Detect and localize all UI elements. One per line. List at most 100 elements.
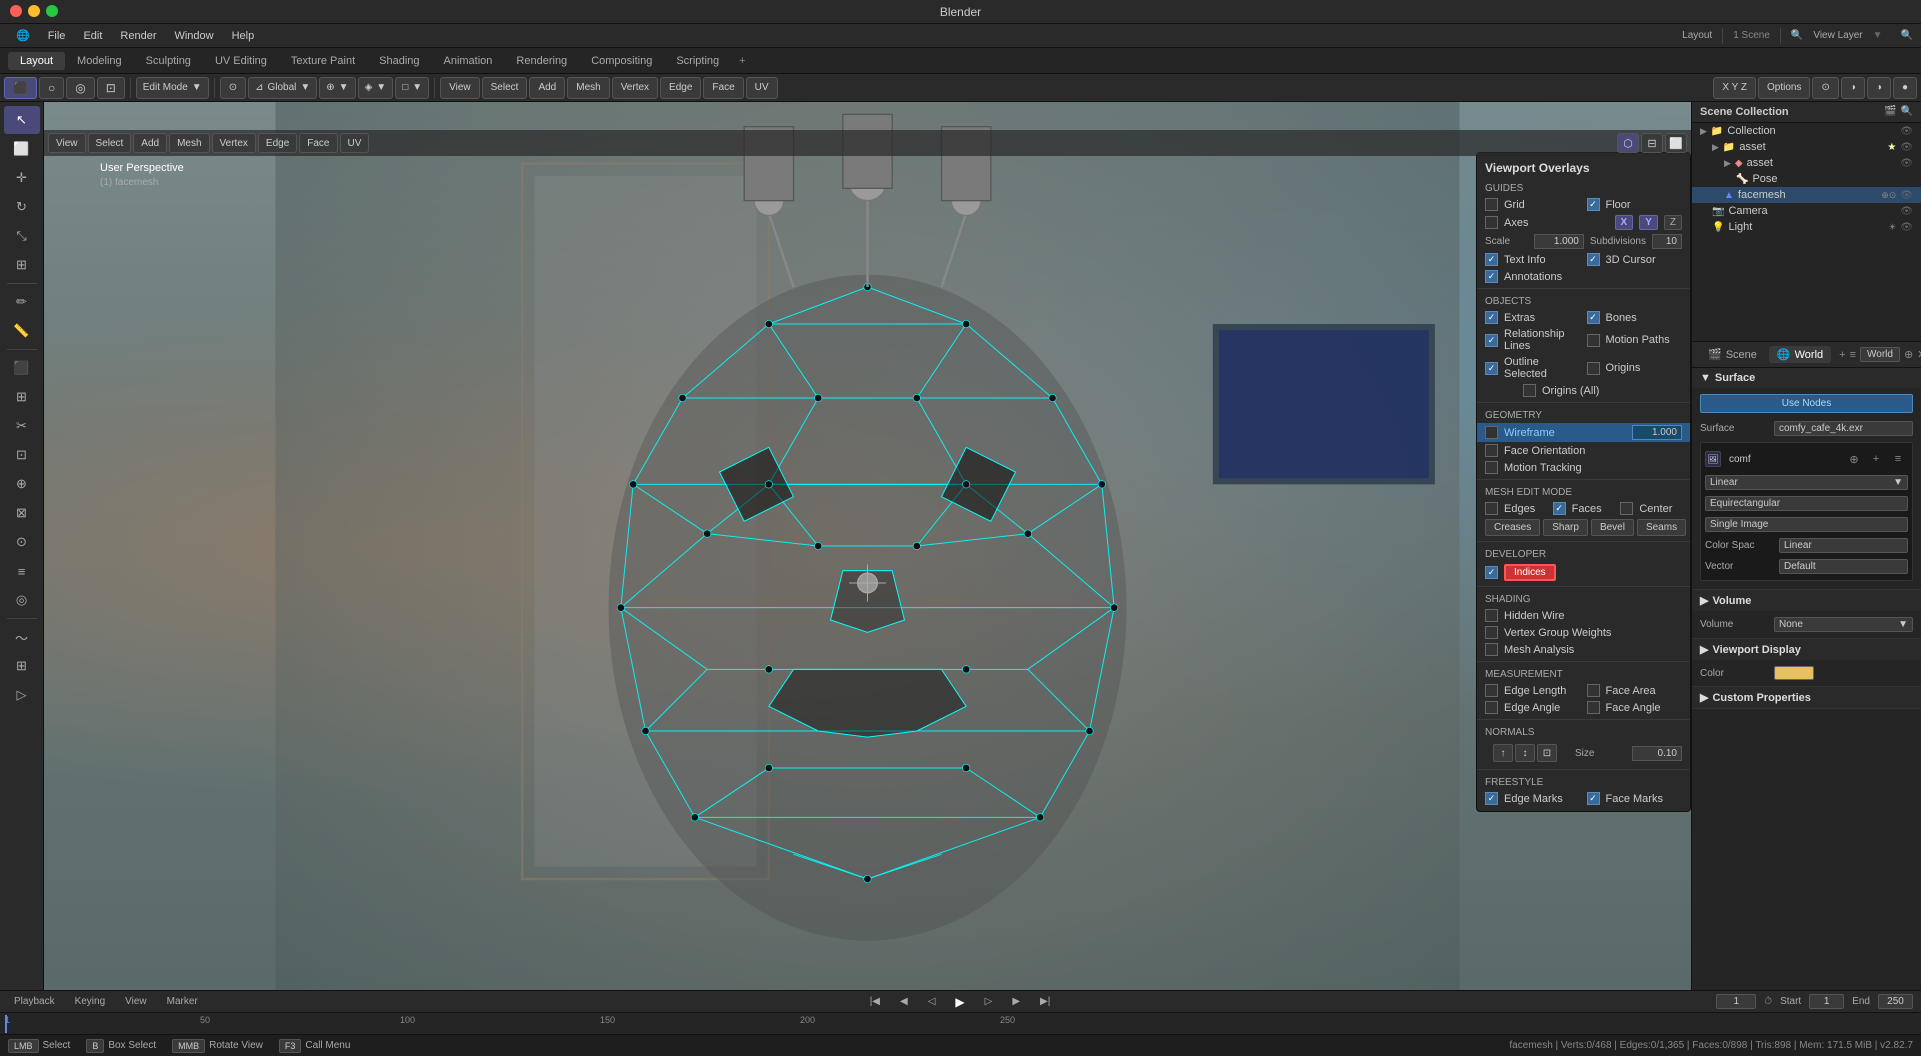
vg-weights-checkbox[interactable] [1485, 626, 1498, 639]
vertex-normals-btn[interactable]: ↑ [1493, 744, 1513, 762]
uv-btn[interactable]: UV [746, 77, 778, 99]
add-cube-tool[interactable]: ⬛ [4, 354, 40, 382]
keying-btn[interactable]: Keying [69, 994, 112, 1009]
face-orient-checkbox[interactable] [1485, 444, 1498, 457]
asset-object-item[interactable]: ▶ ◆ asset 👁 [1692, 155, 1921, 171]
close-button[interactable] [10, 5, 22, 17]
cursor-3d-checkbox[interactable] [1587, 253, 1600, 266]
copy-world-btn[interactable]: ⊕ [1904, 345, 1913, 365]
edges-checkbox[interactable] [1485, 502, 1498, 515]
projection-dropdown[interactable]: Equirectangular [1705, 496, 1908, 511]
faces-checkbox[interactable] [1553, 502, 1566, 515]
rotate-tool[interactable]: ↻ [4, 193, 40, 221]
outline-checkbox[interactable] [1485, 362, 1498, 375]
smooth-tool[interactable]: 〜 [4, 623, 40, 651]
move-tool[interactable]: ✛ [4, 164, 40, 192]
tab-rendering[interactable]: Rendering [504, 52, 579, 70]
scale-tool[interactable]: ⤡ [4, 222, 40, 250]
object-visibility[interactable]: 👁 [1900, 158, 1913, 169]
use-nodes-btn[interactable]: Use Nodes [1700, 394, 1913, 413]
creases-btn[interactable]: Creases [1485, 519, 1540, 536]
motion-track-checkbox[interactable] [1485, 461, 1498, 474]
subdiv-value[interactable]: 10 [1652, 234, 1682, 249]
seams-btn[interactable]: Seams [1637, 519, 1686, 536]
menu-window[interactable]: Window [166, 28, 221, 44]
vp-vertex-btn[interactable]: Vertex [212, 133, 256, 153]
grid-checkbox[interactable] [1485, 198, 1498, 211]
shading-solid-btn[interactable]: ◑ [1841, 77, 1865, 99]
transform-dropdown[interactable]: ⊕▼ [319, 77, 355, 99]
custom-props-header[interactable]: ▶ Custom Properties [1692, 687, 1921, 708]
color-space-dropdown[interactable]: Linear [1779, 538, 1908, 553]
shading-material-btn[interactable]: ◑ [1867, 77, 1891, 99]
slide-tool[interactable]: ▷ [4, 681, 40, 709]
knife-tool[interactable]: ✂ [4, 412, 40, 440]
y-axis-btn[interactable]: Y [1639, 215, 1658, 230]
vp-color-swatch[interactable] [1774, 666, 1814, 680]
volume-dropdown[interactable]: None▼ [1774, 617, 1913, 632]
scale-value[interactable]: 1.000 [1534, 234, 1584, 249]
face-marks-checkbox[interactable] [1587, 792, 1600, 805]
timeline-track[interactable]: 1 50 100 150 200 250 [0, 1013, 1921, 1034]
loop-cut-tool[interactable]: ⊞ [4, 383, 40, 411]
edge-angle-checkbox[interactable] [1485, 701, 1498, 714]
light-item[interactable]: 💡 Light ☀ 👁 [1692, 219, 1921, 235]
wireframe-value[interactable]: 1.000 [1632, 425, 1682, 440]
collection-item-root[interactable]: ▶ 📁 Collection 👁 [1692, 123, 1921, 139]
menu-edit[interactable]: Edit [75, 28, 110, 44]
sharp-btn[interactable]: Sharp [1543, 519, 1588, 536]
jump-start-btn[interactable]: |◀ [864, 994, 886, 1009]
facemesh-item[interactable]: ▲ facemesh ⊕⊙ 👁 [1692, 187, 1921, 203]
vp-mesh-btn[interactable]: Mesh [169, 133, 209, 153]
extras-checkbox[interactable] [1485, 311, 1498, 324]
indices-checkbox[interactable] [1485, 566, 1498, 579]
rel-lines-checkbox[interactable] [1485, 334, 1498, 347]
select-box-tool[interactable]: ⬜ [4, 135, 40, 163]
browse-world-btn[interactable]: ≡ [1850, 345, 1856, 365]
bevel-btn[interactable]: Bevel [1591, 519, 1634, 536]
edit-mode-icon[interactable]: ⬛ [4, 77, 37, 99]
menu-help[interactable]: Help [224, 28, 263, 44]
asset-collection-item[interactable]: ▶ 📁 asset ★ 👁 [1692, 139, 1921, 155]
vp-add-btn[interactable]: Add [133, 133, 167, 153]
asset-visibility[interactable]: 👁 [1900, 142, 1913, 153]
vp-view-btn[interactable]: View [48, 133, 86, 153]
timeline-view-btn[interactable]: View [119, 994, 153, 1009]
proportional-edit-btn[interactable]: ⊙ [220, 77, 246, 99]
tab-sculpting[interactable]: Sculpting [134, 52, 203, 70]
axes-checkbox[interactable] [1485, 216, 1498, 229]
text-info-checkbox[interactable] [1485, 253, 1498, 266]
next-frame-btn[interactable]: ▷ [979, 994, 999, 1009]
delete-world-btn[interactable]: ✕ [1917, 345, 1921, 365]
visibility-icon[interactable]: 👁 [1900, 126, 1913, 137]
jump-end-btn[interactable]: ▶| [1034, 994, 1056, 1009]
current-frame-input[interactable]: 1 [1716, 994, 1756, 1009]
linear-dropdown[interactable]: Linear▼ [1705, 475, 1908, 490]
vp-display-header[interactable]: ▶ Viewport Display [1692, 639, 1921, 660]
light-visibility[interactable]: 👁 [1900, 222, 1913, 233]
annotations-checkbox[interactable] [1485, 270, 1498, 283]
color-preview-btn[interactable]: 🖼 [1705, 451, 1721, 467]
extrude-tool[interactable]: ⊕ [4, 470, 40, 498]
tab-shading[interactable]: Shading [367, 52, 431, 70]
viewport[interactable]: User Perspective (1) facemesh View Selec… [44, 102, 1691, 990]
vp-edge-btn[interactable]: Edge [258, 133, 297, 153]
pose-item[interactable]: 🦴 Pose [1692, 171, 1921, 187]
x-axis-btn[interactable]: X [1615, 215, 1634, 230]
playback-btn[interactable]: Playback [8, 994, 61, 1009]
measure-tool[interactable]: 📏 [4, 317, 40, 345]
normals-size-value[interactable]: 0.10 [1632, 746, 1682, 761]
indices-btn[interactable]: Indices [1504, 564, 1556, 581]
face-normals-btn[interactable]: ⊡ [1537, 744, 1557, 762]
face-btn[interactable]: Face [703, 77, 743, 99]
bevel-tool[interactable]: ⊙ [4, 528, 40, 556]
bisect-tool[interactable]: ⊡ [4, 441, 40, 469]
mesh-analysis-checkbox[interactable] [1485, 643, 1498, 656]
transform-tool[interactable]: ⊞ [4, 251, 40, 279]
vector-dropdown[interactable]: Default [1779, 559, 1908, 574]
vp-face-btn[interactable]: Face [299, 133, 337, 153]
surface-header[interactable]: ▼ Surface [1692, 368, 1921, 388]
play-btn[interactable]: ▶ [949, 993, 970, 1011]
end-frame-input[interactable]: 250 [1878, 994, 1913, 1009]
z-axis-btn[interactable]: Z [1664, 215, 1682, 230]
